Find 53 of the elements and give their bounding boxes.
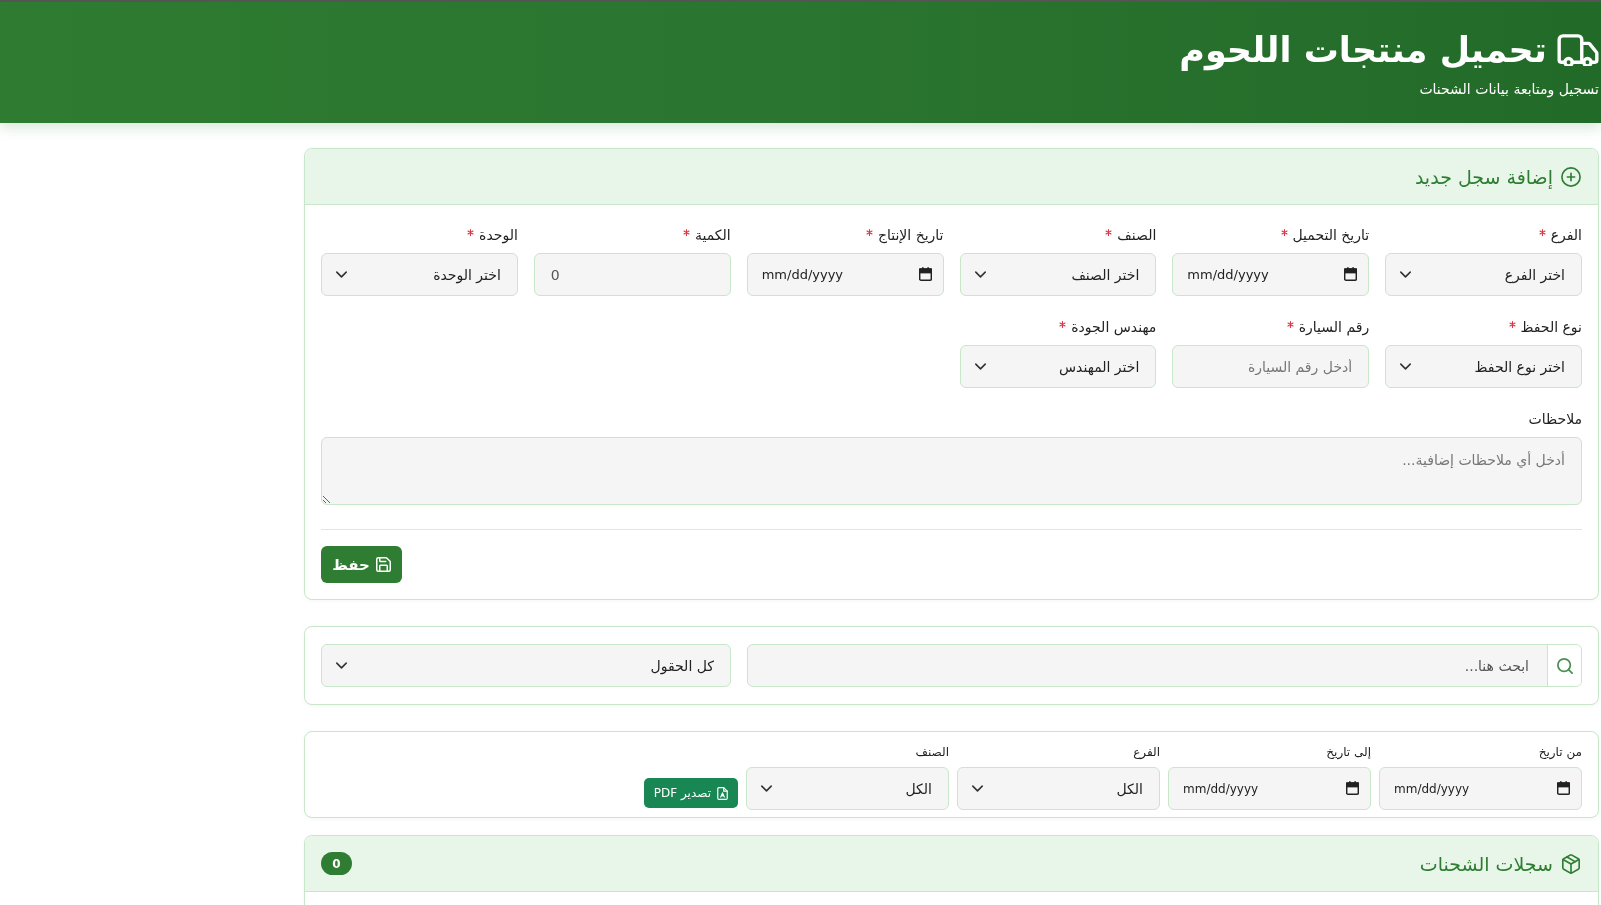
select-field[interactable]: كل الحقول	[321, 644, 731, 687]
field-label: الوحدة	[479, 226, 518, 245]
select-field[interactable]: اختر نوع الحفظ	[1385, 345, 1582, 388]
chevron-down-icon	[974, 363, 986, 370]
calendar-icon	[1344, 267, 1358, 281]
select-field[interactable]: اختر الوحدة	[321, 253, 518, 296]
box-icon	[1561, 853, 1581, 874]
file-icon	[717, 786, 728, 800]
plus-circle-icon	[1561, 166, 1581, 187]
search-field[interactable]: ابحث هنا...	[747, 644, 1582, 687]
calendar-icon	[1346, 781, 1359, 795]
select-field[interactable]: الكل	[957, 767, 1160, 810]
field-label: مهندس الجودة	[1071, 318, 1157, 337]
select-field[interactable]: اختر الصنف	[959, 253, 1157, 296]
count-badge: 0	[321, 852, 352, 875]
chevron-down-icon	[336, 662, 347, 669]
field-label: تاريخ الإنتاج	[877, 226, 944, 245]
chevron-down-icon	[972, 785, 983, 792]
date-field[interactable]: mm/dd/yyyy	[1172, 253, 1370, 296]
save-button[interactable]: حفظ	[321, 546, 402, 583]
number-field[interactable]: 0	[533, 253, 731, 296]
card-title: إضافة سجل جديد	[1414, 165, 1553, 188]
field-label: الفرع	[1550, 226, 1582, 245]
field-label: تاريخ التحميل	[1292, 226, 1370, 245]
chevron-down-icon	[336, 271, 347, 278]
notes-field[interactable]: أدخل أي ملاحظات إضافية...	[321, 437, 1582, 505]
field-label: إلى تاريخ	[1325, 744, 1371, 761]
field-label: الصنف	[1117, 226, 1157, 245]
chevron-down-icon	[1400, 271, 1412, 278]
field-label: نوع الحفظ	[1520, 318, 1582, 337]
page-subtitle: تسجيل ومتابعة بيانات الشحنات	[1418, 80, 1599, 98]
page-title: تحميل منتجات اللحوم	[1179, 29, 1547, 72]
field-label: من تاريخ	[1537, 744, 1582, 761]
search-icon	[1556, 657, 1573, 674]
chevron-down-icon	[974, 271, 986, 278]
field-label: ملاحظات	[1528, 410, 1582, 429]
select-field[interactable]: اختر الفرع	[1385, 253, 1582, 296]
select-field[interactable]: الكل	[746, 767, 949, 810]
chevron-down-icon	[1400, 363, 1412, 370]
date-field[interactable]: mm/dd/yyyy	[1168, 767, 1371, 810]
field-label: الصنف	[914, 744, 949, 761]
date-field[interactable]: mm/dd/yyyy	[746, 253, 944, 296]
calendar-icon	[1557, 781, 1570, 795]
date-field[interactable]: mm/dd/yyyy	[1379, 767, 1582, 810]
field-label: الفرع	[1132, 744, 1160, 761]
export-pdf-button[interactable]: تصدير PDF	[643, 778, 738, 808]
field-label: رقم السيارة	[1298, 318, 1370, 337]
card-title: سجلات الشحنات	[1419, 852, 1553, 875]
chevron-down-icon	[761, 785, 772, 792]
truck-icon	[1557, 34, 1599, 66]
field-label: الكمية	[694, 226, 731, 245]
select-field[interactable]: اختر المهندس	[959, 345, 1157, 388]
calendar-icon	[918, 267, 932, 281]
